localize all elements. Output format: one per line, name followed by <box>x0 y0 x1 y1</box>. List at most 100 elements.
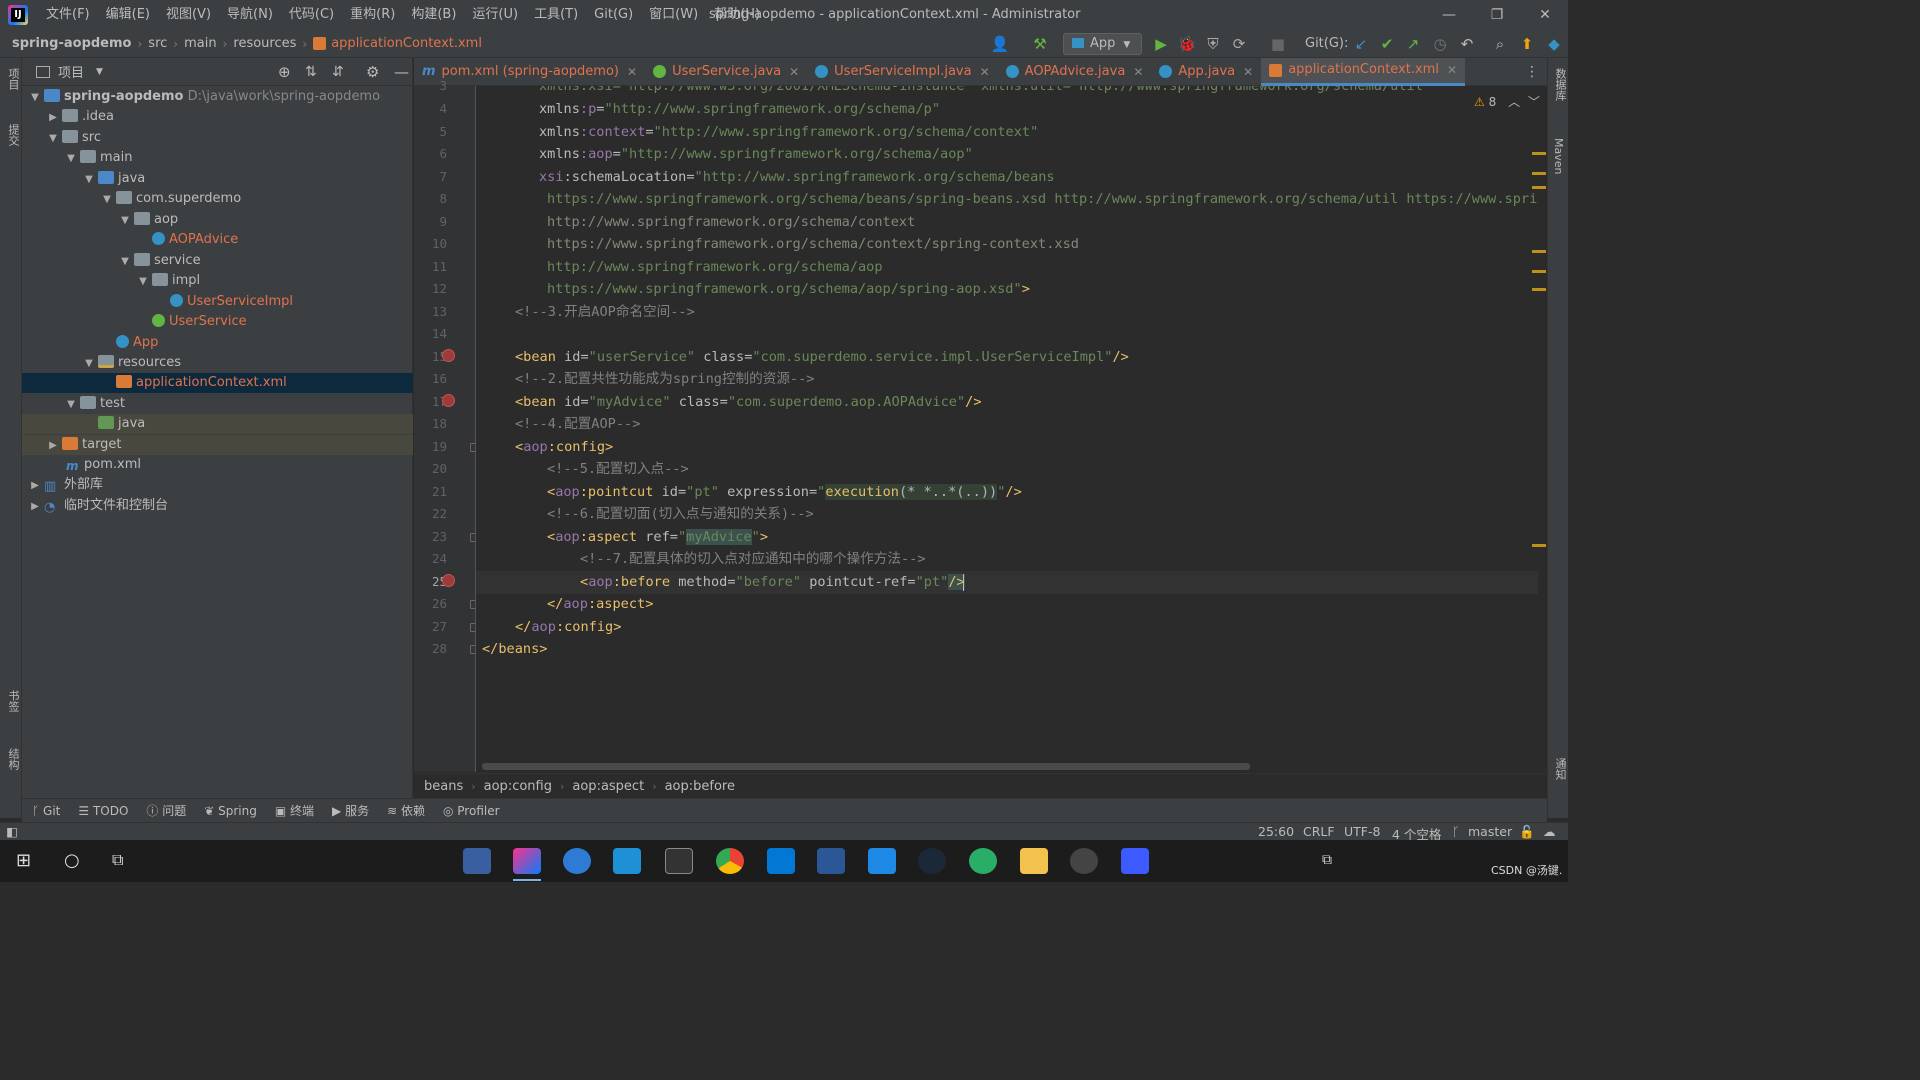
vscode-app-icon[interactable] <box>767 848 795 874</box>
cloud-icon[interactable]: ☁ <box>1543 824 1556 839</box>
spring-bean-icon[interactable] <box>442 349 455 362</box>
git-push-icon[interactable]: ↗ <box>1403 34 1423 54</box>
tree-item-external-libs[interactable]: ▶ ▥ 外部库 <box>22 475 413 495</box>
tool-spring[interactable]: ❦ Spring <box>204 804 257 818</box>
close-icon[interactable]: ✕ <box>980 58 990 86</box>
steam-app-icon[interactable] <box>918 848 946 874</box>
tree-item-test-java[interactable]: java <box>22 414 413 434</box>
tray-icons[interactable]: ⧉ <box>1322 852 1332 868</box>
close-icon[interactable]: ✕ <box>1133 58 1143 86</box>
crumb-beans[interactable]: beans <box>424 779 463 794</box>
crumb-aop-aspect[interactable]: aop:aspect <box>572 779 644 794</box>
breadcrumb-file[interactable]: applicationContext.xml <box>331 36 482 51</box>
gear-icon[interactable]: ⚙ <box>366 63 379 81</box>
tree-item-impl[interactable]: ▼ impl <box>22 271 413 291</box>
spring-bean-icon[interactable] <box>442 394 455 407</box>
menu-build[interactable]: 构建(B) <box>403 0 464 30</box>
game-app-icon[interactable] <box>1070 848 1098 874</box>
tree-item-src[interactable]: ▼ src <box>22 128 413 148</box>
hide-panel-icon[interactable]: — <box>394 63 409 81</box>
warning-marker[interactable] <box>1532 270 1546 273</box>
menu-run[interactable]: 运行(U) <box>464 0 526 30</box>
tree-item-service[interactable]: ▼ service <box>22 251 413 271</box>
tool-dependencies[interactable]: ≋ 依赖 <box>387 802 425 819</box>
horizontal-scrollbar[interactable] <box>482 763 1250 770</box>
tree-item-scratches[interactable]: ▶ ◔ 临时文件和控制台 <box>22 496 413 516</box>
tab-aopadvice[interactable]: AOPAdvice.java ✕ <box>998 58 1152 86</box>
tree-item-package[interactable]: ▼ com.superdemo <box>22 189 413 209</box>
warning-marker[interactable] <box>1532 186 1546 189</box>
tool-problems[interactable]: ⓘ 问题 <box>146 802 186 819</box>
tab-pom[interactable]: m pom.xml (spring-aopdemo) ✕ <box>414 58 645 86</box>
expand-all-icon[interactable]: ⇅ <box>305 64 317 80</box>
chevron-down-icon[interactable]: ▼ <box>96 67 103 77</box>
tab-userserviceimpl[interactable]: UserServiceImpl.java ✕ <box>807 58 997 86</box>
menu-navigate[interactable]: 导航(N) <box>219 0 281 30</box>
jetbrains-toolbox-icon[interactable]: ◆ <box>1544 34 1564 54</box>
menu-refactor[interactable]: 重构(R) <box>342 0 403 30</box>
tab-app[interactable]: App.java ✕ <box>1151 58 1261 86</box>
tree-item-userserviceimpl[interactable]: UserServiceImpl <box>22 292 413 312</box>
menu-edit[interactable]: 编辑(E) <box>98 0 158 30</box>
database-tool-tab[interactable]: 数据库 <box>1552 68 1568 101</box>
tree-item-aop[interactable]: ▼ aop <box>22 210 413 230</box>
git-commit-icon[interactable]: ✔ <box>1377 34 1397 54</box>
maven-tool-tab[interactable]: Maven <box>1552 138 1565 174</box>
user-icon[interactable]: 👤 <box>990 34 1010 54</box>
tree-item-pom[interactable]: m pom.xml <box>22 455 413 475</box>
more-tabs-icon[interactable]: ⋮ <box>1525 64 1539 80</box>
warning-marker[interactable] <box>1532 544 1546 547</box>
warning-marker[interactable] <box>1532 152 1546 155</box>
aop-advice-icon[interactable] <box>442 574 455 587</box>
chrome-app-icon[interactable] <box>716 848 744 874</box>
menu-git[interactable]: Git(G) <box>586 0 641 30</box>
browser-app-icon[interactable] <box>563 848 591 874</box>
menu-code[interactable]: 代码(C) <box>281 0 342 30</box>
tree-item-app[interactable]: App <box>22 333 413 353</box>
video-app-icon[interactable] <box>1121 848 1149 874</box>
file-encoding[interactable]: UTF-8 <box>1344 824 1380 839</box>
remote-app-icon[interactable] <box>613 848 641 874</box>
close-icon[interactable]: ✕ <box>789 58 799 86</box>
tab-applicationcontext[interactable]: applicationContext.xml ✕ <box>1261 56 1466 86</box>
tree-item-main[interactable]: ▼ main <box>22 148 413 168</box>
collapse-all-icon[interactable]: ⇵ <box>332 64 344 80</box>
tree-item-test[interactable]: ▼ test <box>22 394 413 414</box>
line-separator[interactable]: CRLF <box>1303 824 1335 839</box>
breadcrumb-project[interactable]: spring-aopdemo <box>12 36 131 51</box>
restore-button[interactable]: ❐ <box>1486 4 1508 26</box>
code-editor[interactable]: xmlns:xsi="http://www.w3.org/2001/XMLSch… <box>476 86 1538 772</box>
wechat-app-icon[interactable] <box>969 848 997 874</box>
warning-indicator[interactable]: ⚠ 8 ︿ ﹀ <box>1474 93 1540 110</box>
menu-tools[interactable]: 工具(T) <box>526 0 586 30</box>
coverage-icon[interactable]: ⛨ <box>1203 34 1223 54</box>
tree-item-userservice[interactable]: UserService <box>22 312 413 332</box>
tree-item-java[interactable]: ▼ java <box>22 169 413 189</box>
rollback-icon[interactable]: ↶ <box>1457 34 1477 54</box>
tree-item-aopadvice[interactable]: AOPAdvice <box>22 230 413 250</box>
structure-tool-tab[interactable]: 结构 <box>5 748 21 770</box>
layout-icon[interactable]: ◧ <box>6 824 18 839</box>
tool-profiler[interactable]: ◎ Profiler <box>443 804 500 818</box>
tool-git[interactable]: ᚴ Git <box>32 804 60 818</box>
build-hammer-icon[interactable]: ⚒ <box>1030 34 1050 54</box>
tool-terminal[interactable]: ▣ 终端 <box>275 802 314 819</box>
warning-marker[interactable] <box>1532 288 1546 291</box>
profile-icon[interactable]: ⟳ <box>1229 34 1249 54</box>
tree-item-applicationcontext[interactable]: applicationContext.xml <box>22 373 413 393</box>
word-app-icon[interactable] <box>817 848 845 874</box>
terminal-app-icon[interactable] <box>665 848 693 874</box>
bookmarks-tool-tab[interactable]: 书签 <box>5 690 21 712</box>
breadcrumb-src[interactable]: src <box>148 36 167 51</box>
menu-view[interactable]: 视图(V) <box>158 0 219 30</box>
breadcrumb-resources[interactable]: resources <box>233 36 296 51</box>
caret-position[interactable]: 25:60 <box>1258 824 1294 839</box>
search-icon[interactable]: ○ <box>64 850 80 871</box>
tree-item-idea[interactable]: ▶ .idea <box>22 107 413 127</box>
close-icon[interactable]: ✕ <box>627 58 637 86</box>
crumb-aop-config[interactable]: aop:config <box>484 779 552 794</box>
run-config-select[interactable]: App ▼ <box>1063 33 1142 55</box>
close-icon[interactable]: ✕ <box>1447 56 1457 84</box>
tool-services[interactable]: ▶ 服务 <box>332 802 369 819</box>
stop-icon[interactable]: ■ <box>1268 34 1288 54</box>
